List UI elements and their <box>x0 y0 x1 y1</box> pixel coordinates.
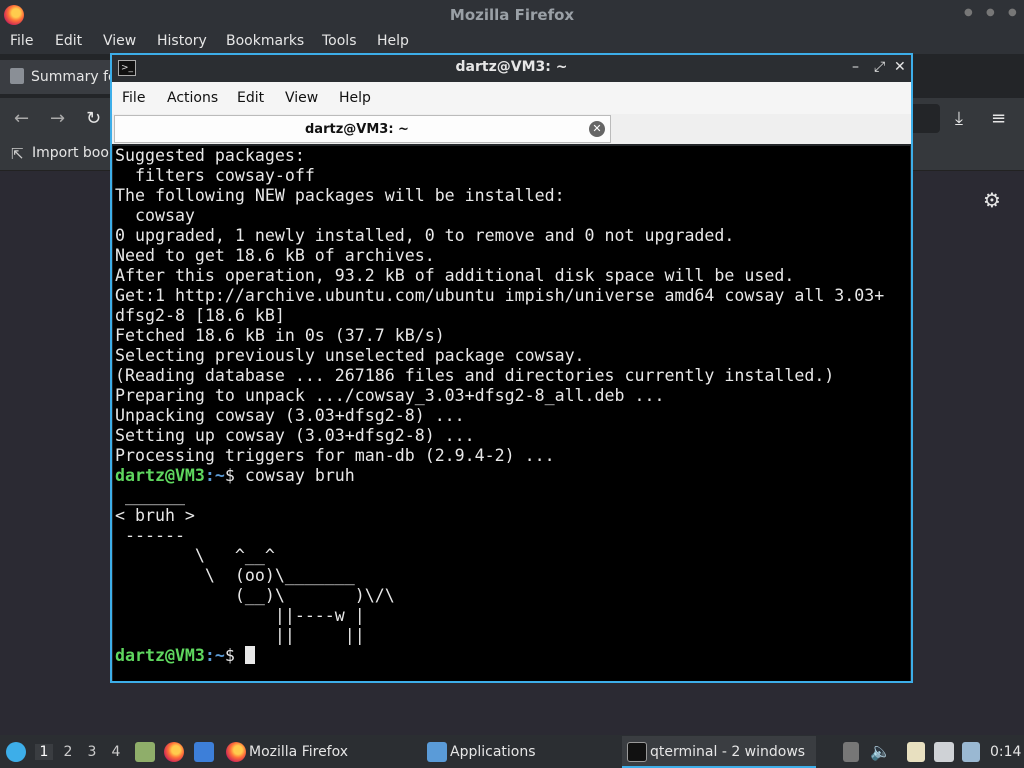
terminal-line: Preparing to unpack .../cowsay_3.03+dfsg… <box>115 386 665 405</box>
terminal-line: ------ <box>115 526 185 545</box>
terminal-line: After this operation, 93.2 kB of additio… <box>115 266 795 285</box>
hamburger-menu-icon[interactable]: ≡ <box>991 108 1006 129</box>
terminal-line: \ (oo)\_______ <box>115 566 355 585</box>
terminal-line: ||----w | <box>115 606 365 625</box>
workspace-4[interactable]: 4 <box>107 744 125 760</box>
file-manager-icon[interactable] <box>135 742 155 762</box>
terminal-line: Fetched 18.6 kB in 0s (37.7 kB/s) <box>115 326 445 345</box>
forward-icon[interactable]: → <box>50 108 65 129</box>
prompt-symbol: $ <box>224 646 245 665</box>
reload-icon[interactable]: ↻ <box>86 108 101 129</box>
terminal-task-icon <box>627 742 647 762</box>
task-firefox[interactable]: Mozilla Firefox <box>249 744 348 760</box>
menu-view[interactable]: View <box>103 33 136 49</box>
terminal-line: Processing triggers for man-db (2.9.4-2)… <box>115 446 555 465</box>
desktop-icon[interactable] <box>194 742 214 762</box>
tab-close-icon[interactable]: ✕ <box>589 121 605 137</box>
terminal-line: Unpacking cowsay (3.03+dfsg2-8) ... <box>115 406 465 425</box>
prompt-symbol: $ <box>224 466 245 485</box>
terminal-line: < bruh > <box>115 506 195 525</box>
update-icon[interactable] <box>843 742 859 762</box>
prompt-path: :~ <box>204 466 225 485</box>
terminal-line: Need to get 18.6 kB of archives. <box>115 246 435 265</box>
firefox-task-icon <box>226 742 246 762</box>
page-icon <box>10 68 24 84</box>
command-text: cowsay bruh <box>244 466 355 485</box>
workspace-3[interactable]: 3 <box>83 744 101 760</box>
app-menu-icon[interactable] <box>6 742 26 762</box>
terminal-line: (__)\ )\/\ <box>115 586 395 605</box>
task-applications[interactable]: Applications <box>450 744 536 760</box>
terminal-line: filters cowsay-off <box>115 166 315 185</box>
clock: 0:14 <box>990 744 1022 760</box>
import-icon: ⇱ <box>11 145 24 163</box>
maximize-icon[interactable]: ● <box>986 8 996 18</box>
terminal-tab-label: dartz@VM3: ~ <box>305 122 409 137</box>
terminal-line: (Reading database ... 267186 files and d… <box>115 366 835 385</box>
menu-history[interactable]: History <box>157 33 207 49</box>
notification-icon[interactable] <box>962 742 980 762</box>
terminal-window: >_ dartz@VM3: ~ – ⤢ ✕ File Actions Edit … <box>110 53 913 683</box>
clipboard-icon[interactable] <box>907 742 925 762</box>
volume-icon[interactable]: 🔈 <box>870 742 891 762</box>
terminal-line: cowsay <box>115 206 195 225</box>
terminal-line: ______ <box>115 486 185 505</box>
menu-edit[interactable]: Edit <box>55 33 82 49</box>
terminal-menu-help[interactable]: Help <box>339 90 371 106</box>
network-icon[interactable] <box>934 742 954 762</box>
terminal-line: Setting up cowsay (3.03+dfsg2-8) ... <box>115 426 475 445</box>
terminal-output: Suggested packages: filters cowsay-off T… <box>113 146 910 666</box>
terminal-menu-view[interactable]: View <box>285 90 318 106</box>
menu-file[interactable]: File <box>10 33 33 49</box>
firefox-menubar <box>0 30 1024 54</box>
prompt-user: dartz@VM3 <box>115 646 205 665</box>
terminal-menu-actions[interactable]: Actions <box>167 90 218 106</box>
firefox-launcher-icon[interactable] <box>164 742 184 762</box>
terminal-line: || || <box>115 626 365 645</box>
firefox-window-title: Mozilla Firefox <box>449 6 575 24</box>
workspace-1[interactable]: 1 <box>35 744 53 760</box>
prompt-user: dartz@VM3 <box>115 466 205 485</box>
terminal-line: Suggested packages: <box>115 146 305 165</box>
terminal-menubar <box>112 82 911 114</box>
text-cursor <box>244 646 255 664</box>
import-bookmarks-link[interactable]: Import book <box>32 145 117 161</box>
terminal-line: \ ^__^ <box>115 546 275 565</box>
restore-icon[interactable]: ⤢ <box>874 59 885 75</box>
menu-tools[interactable]: Tools <box>322 33 357 49</box>
gear-icon[interactable]: ⚙ <box>983 188 1001 212</box>
workspace-2[interactable]: 2 <box>59 744 77 760</box>
terminal-line: Selecting previously unselected package … <box>115 346 585 365</box>
terminal-line: 0 upgraded, 1 newly installed, 0 to remo… <box>115 226 735 245</box>
terminal-tab[interactable]: dartz@VM3: ~ ✕ <box>114 115 611 143</box>
terminal-menu-file[interactable]: File <box>122 90 145 106</box>
firefox-tab-label: Summary fo <box>31 69 117 85</box>
task-qterminal[interactable]: qterminal - 2 windows <box>650 744 805 760</box>
minimize-icon[interactable]: – <box>852 59 859 75</box>
terminal-menu-edit[interactable]: Edit <box>237 90 264 106</box>
terminal-screen[interactable]: Suggested packages: filters cowsay-off T… <box>113 146 910 681</box>
menu-bookmarks[interactable]: Bookmarks <box>226 33 304 49</box>
url-bar-end[interactable] <box>913 104 940 133</box>
terminal-line: The following NEW packages will be insta… <box>115 186 565 205</box>
back-icon[interactable]: ← <box>14 108 29 129</box>
terminal-line: Get:1 http://archive.ubuntu.com/ubuntu i… <box>115 286 885 305</box>
close-icon[interactable]: ✕ <box>894 59 906 75</box>
terminal-line: dfsg2-8 [18.6 kB] <box>115 306 285 325</box>
menu-help[interactable]: Help <box>377 33 409 49</box>
folder-icon <box>427 742 447 762</box>
minimize-icon[interactable]: ● <box>964 8 974 18</box>
terminal-window-title: dartz@VM3: ~ <box>455 59 568 75</box>
close-icon[interactable]: ● <box>1008 8 1018 18</box>
download-icon[interactable]: ⤓ <box>955 108 963 129</box>
prompt-path: :~ <box>204 646 225 665</box>
